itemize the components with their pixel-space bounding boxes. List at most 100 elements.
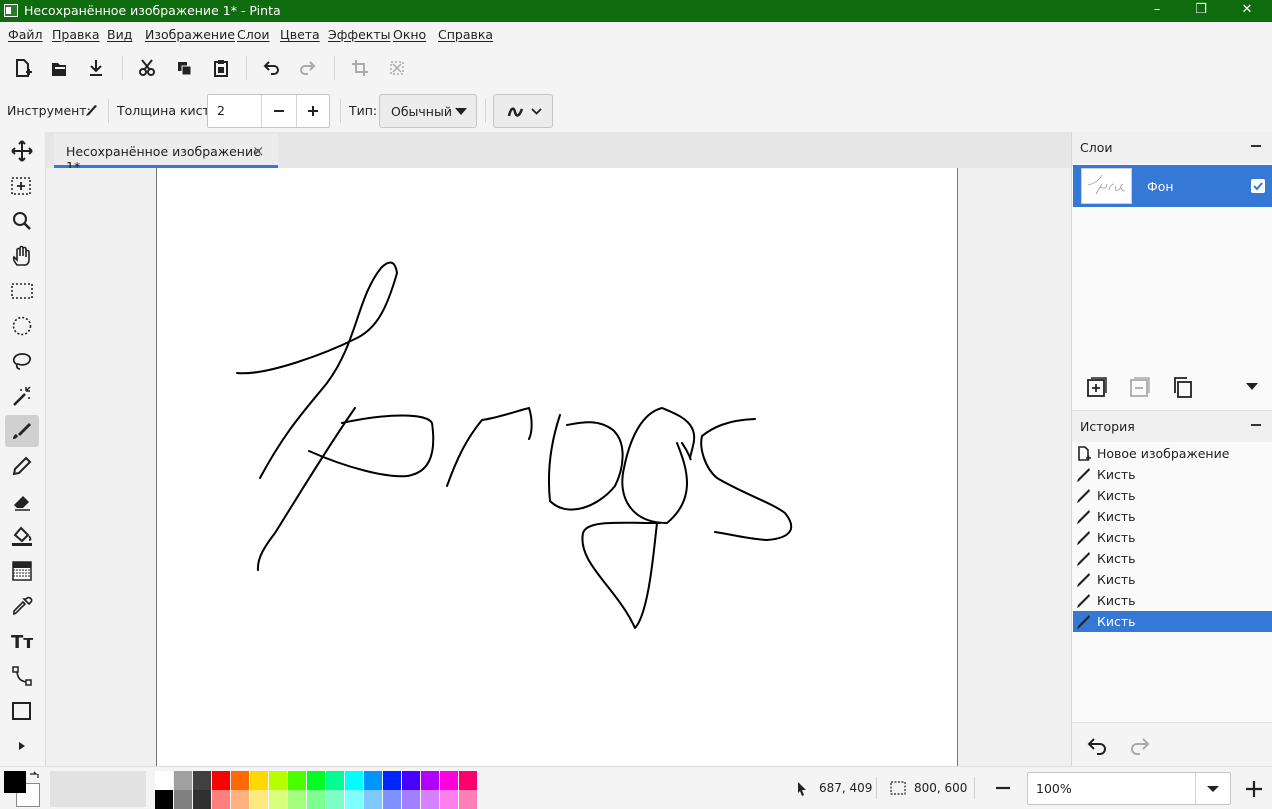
menu-adjustments[interactable]: Цвета bbox=[280, 27, 320, 42]
palette-swatch[interactable] bbox=[269, 771, 287, 790]
chevron-down-icon[interactable] bbox=[1206, 785, 1220, 793]
zoom-in-icon[interactable] bbox=[1245, 780, 1263, 798]
more-tools-icon[interactable] bbox=[5, 730, 39, 762]
palette-swatch[interactable] bbox=[364, 771, 382, 790]
close-tab-icon[interactable]: × bbox=[252, 142, 265, 160]
zoom-value[interactable]: 100% bbox=[1036, 781, 1072, 796]
history-item[interactable]: Кисть bbox=[1073, 485, 1272, 506]
gradient-tool-icon[interactable] bbox=[5, 555, 39, 587]
copy-icon[interactable] bbox=[171, 55, 197, 81]
collapse-history-icon[interactable] bbox=[1251, 424, 1261, 426]
add-layer-icon[interactable] bbox=[1086, 376, 1108, 398]
maximize-button[interactable]: ❐ bbox=[1178, 0, 1224, 22]
menu-view[interactable]: Вид bbox=[107, 27, 132, 42]
collapse-layers-icon[interactable] bbox=[1251, 145, 1261, 147]
palette-swatch[interactable] bbox=[174, 790, 192, 809]
menu-effects[interactable]: Эффекты bbox=[328, 27, 391, 42]
duplicate-layer-icon[interactable] bbox=[1172, 376, 1194, 398]
menu-layers[interactable]: Слои bbox=[237, 27, 270, 42]
rectangle-select-tool-icon[interactable] bbox=[5, 275, 39, 307]
history-redo-icon[interactable] bbox=[1129, 735, 1151, 755]
palette-swatch[interactable] bbox=[459, 790, 477, 809]
palette-swatch[interactable] bbox=[193, 771, 211, 790]
palette-swatch[interactable] bbox=[364, 790, 382, 809]
palette-swatch[interactable] bbox=[155, 771, 173, 790]
palette-swatch[interactable] bbox=[421, 771, 439, 790]
lasso-select-tool-icon[interactable] bbox=[5, 345, 39, 377]
magic-wand-tool-icon[interactable] bbox=[5, 380, 39, 412]
palette-swatch[interactable] bbox=[288, 771, 306, 790]
palette-swatch[interactable] bbox=[307, 771, 325, 790]
pencil-tool-icon[interactable] bbox=[5, 450, 39, 482]
history-item[interactable]: Кисть bbox=[1073, 506, 1272, 527]
increase-width-button[interactable] bbox=[297, 95, 330, 127]
paint-bucket-tool-icon[interactable] bbox=[5, 520, 39, 552]
zoom-out-icon[interactable] bbox=[994, 780, 1012, 796]
palette-swatch[interactable] bbox=[326, 790, 344, 809]
history-undo-icon[interactable] bbox=[1086, 735, 1108, 755]
history-item[interactable]: Кисть bbox=[1073, 569, 1272, 590]
redo-icon[interactable] bbox=[295, 55, 321, 81]
text-tool-icon[interactable]: Tт bbox=[5, 625, 39, 657]
ellipse-select-tool-icon[interactable] bbox=[5, 310, 39, 342]
palette-swatch[interactable] bbox=[174, 771, 192, 790]
palette-swatch[interactable] bbox=[383, 771, 401, 790]
pan-tool-icon[interactable] bbox=[5, 240, 39, 272]
brush-width-input[interactable]: 2 bbox=[217, 103, 225, 118]
zoom-combobox[interactable]: 100% bbox=[1027, 772, 1231, 805]
new-image-icon[interactable] bbox=[9, 55, 35, 81]
decrease-width-button[interactable] bbox=[262, 95, 296, 127]
palette-swatch[interactable] bbox=[402, 771, 420, 790]
paste-icon[interactable] bbox=[208, 55, 234, 81]
close-window-button[interactable]: ✕ bbox=[1224, 0, 1270, 22]
crop-icon[interactable] bbox=[347, 55, 373, 81]
palette-swatch[interactable] bbox=[250, 790, 268, 809]
menu-window[interactable]: Окно bbox=[393, 27, 426, 42]
palette-swatch[interactable] bbox=[383, 790, 401, 809]
menu-image[interactable]: Изображение bbox=[145, 27, 235, 42]
palette-swatch[interactable] bbox=[212, 771, 230, 790]
undo-icon[interactable] bbox=[258, 55, 284, 81]
palette-swatch[interactable] bbox=[421, 790, 439, 809]
palette-swatch[interactable] bbox=[288, 790, 306, 809]
history-item[interactable]: Новое изображение bbox=[1073, 443, 1272, 464]
palette-swatch[interactable] bbox=[231, 790, 249, 809]
menu-edit[interactable]: Правка bbox=[52, 27, 100, 42]
palette-swatch[interactable] bbox=[231, 771, 249, 790]
history-item[interactable]: Кисть bbox=[1073, 548, 1272, 569]
deselect-icon[interactable] bbox=[384, 55, 410, 81]
layer-visibility-checkbox[interactable] bbox=[1251, 179, 1265, 193]
menu-file[interactable]: Файл bbox=[8, 27, 43, 42]
eraser-tool-icon[interactable] bbox=[5, 485, 39, 517]
line-curve-tool-icon[interactable] bbox=[5, 660, 39, 692]
document-tab[interactable]: Несохранённое изображение 1* × bbox=[54, 134, 278, 174]
palette-swatch[interactable] bbox=[440, 790, 458, 809]
antialiasing-dropdown[interactable] bbox=[493, 94, 553, 128]
open-icon[interactable] bbox=[46, 55, 72, 81]
minimize-button[interactable]: – bbox=[1134, 0, 1180, 22]
palette-swatch[interactable] bbox=[193, 790, 211, 809]
palette-swatch[interactable] bbox=[345, 790, 363, 809]
history-item-selected[interactable]: Кисть bbox=[1073, 611, 1272, 632]
save-icon[interactable] bbox=[83, 55, 109, 81]
history-item[interactable]: Кисть bbox=[1073, 590, 1272, 611]
zoom-tool-icon[interactable] bbox=[5, 205, 39, 237]
palette-swatch[interactable] bbox=[155, 790, 173, 809]
move-selection-tool-icon[interactable] bbox=[5, 170, 39, 202]
palette-swatch[interactable] bbox=[402, 790, 420, 809]
layer-menu-icon[interactable] bbox=[1244, 380, 1260, 392]
move-selected-tool-icon[interactable] bbox=[5, 135, 39, 167]
menu-help[interactable]: Справка bbox=[438, 27, 493, 42]
image-canvas[interactable] bbox=[156, 168, 958, 766]
cut-icon[interactable] bbox=[134, 55, 160, 81]
swap-colors-icon[interactable] bbox=[28, 770, 40, 782]
palette-swatch[interactable] bbox=[250, 771, 268, 790]
brush-type-dropdown[interactable]: Обычный bbox=[379, 94, 477, 128]
delete-layer-icon[interactable] bbox=[1129, 376, 1151, 398]
palette-swatch[interactable] bbox=[269, 790, 287, 809]
history-item[interactable]: Кисть bbox=[1073, 527, 1272, 548]
paintbrush-tool-icon[interactable] bbox=[5, 415, 39, 447]
palette-swatch[interactable] bbox=[440, 771, 458, 790]
layer-row[interactable]: Фон bbox=[1073, 165, 1272, 207]
palette-swatch[interactable] bbox=[326, 771, 344, 790]
